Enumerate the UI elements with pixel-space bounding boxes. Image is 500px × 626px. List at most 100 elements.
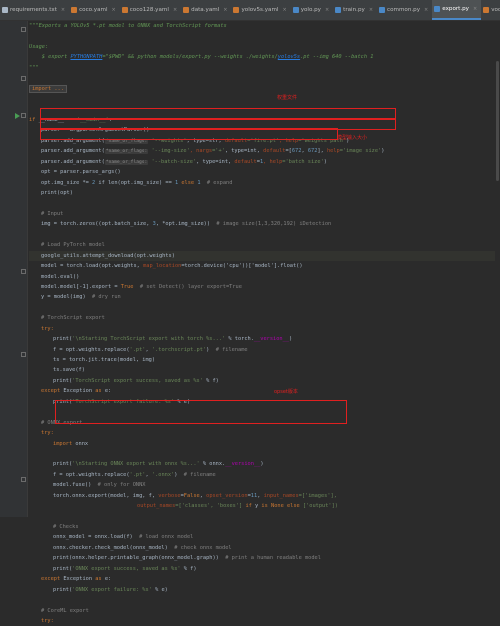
file-icon [71, 7, 78, 13]
code-line: opt.img_size *= 2 if len(opt.img_size) =… [41, 179, 233, 186]
tab-export-py[interactable]: export.py × [432, 0, 482, 20]
close-icon[interactable]: × [223, 0, 227, 20]
line-gutter [0, 21, 28, 517]
code-line: ts = torch.jit.trace(model, img) [53, 357, 156, 363]
tab-label: yolov5s.yaml [241, 7, 279, 13]
code-line: try: [41, 430, 54, 437]
code-line: parser.add_argument(*name_or_flags: '--i… [41, 148, 385, 155]
code-line: print('\nStarting TorchScript export wit… [53, 336, 293, 343]
code-line: print('ONNX export failure: %s' % e) [53, 586, 168, 593]
fold-icon[interactable] [21, 27, 26, 32]
close-icon[interactable]: × [112, 0, 116, 20]
code-line: parser.add_argument(*name_or_flags: '--b… [41, 158, 327, 165]
close-icon[interactable]: × [424, 0, 428, 20]
tab-train-py[interactable]: train.py × [333, 0, 377, 20]
close-icon[interactable]: × [173, 0, 177, 20]
code-line: except Exception as e: [41, 576, 112, 583]
tab-yolo-py[interactable]: yolo.py × [291, 0, 333, 20]
code-line: $ export PYTHONPATH="$PWD" && python mod… [29, 54, 374, 61]
tab-requirements-txt[interactable]: requirements.txt × [0, 0, 69, 20]
file-icon [292, 7, 299, 13]
tab-label: voc.yam [491, 7, 500, 13]
close-icon[interactable]: × [473, 0, 477, 19]
fold-icon[interactable] [21, 352, 26, 357]
fold-icon[interactable] [21, 113, 26, 118]
code-line: print('ONNX export success, saved as %s'… [53, 565, 197, 572]
code-line: model.eval() [41, 273, 80, 280]
code-line: img = torch.zeros((opt.batch_size, 3, *o… [41, 221, 332, 228]
code-line: model.fuse() # only for ONNX [53, 482, 146, 489]
scrollbar-thumb[interactable] [496, 61, 499, 181]
vertical-scrollbar[interactable] [495, 21, 500, 517]
tab-label: requirements.txt [10, 7, 57, 13]
tab-label: common.py [387, 7, 421, 13]
editor-tab-bar: requirements.txt × coco.yaml × coco128.yaml ×… [0, 0, 500, 21]
code-line-current: google_utils.attempt_download(opt.weight… [29, 250, 500, 262]
folded-imports[interactable]: import ... [29, 84, 67, 93]
code-line: import onnx [53, 440, 89, 447]
code-line: f = opt.weights.replace('.pt', '.torchsc… [53, 346, 248, 353]
fold-icon[interactable] [21, 269, 26, 274]
code-line: print(onnx.helper.printable_graph(onnx_m… [53, 555, 321, 562]
code-line: f = opt.weights.replace('.pt', '.onnx') … [53, 471, 216, 478]
code-line: import ... [29, 84, 500, 94]
weights-annotation: 权重文件 [277, 95, 298, 101]
batch-size-annotation-box [40, 128, 338, 140]
code-line: except Exception as e: [41, 388, 112, 395]
tab-label: data.yaml [191, 7, 220, 13]
code-line: torch.onnx.export(model, img, f, verbose… [53, 492, 337, 499]
tab-data-yaml[interactable]: data.yaml × [181, 0, 231, 20]
tab-coco128-yaml[interactable]: coco128.yaml × [120, 0, 181, 20]
code-line: """ [29, 64, 39, 71]
tab-label: export.py [442, 6, 469, 12]
fold-icon[interactable] [21, 477, 26, 482]
code-line: onnx.checker.check_model(onnx_model) # c… [53, 544, 232, 551]
close-icon[interactable]: × [369, 0, 373, 20]
code-line: output_names=['classes', 'boxes'] if y i… [137, 503, 338, 510]
file-icon [2, 7, 8, 13]
code-line: """Exports a YOLOv5 *.pt model to ONNX a… [29, 23, 227, 29]
close-icon[interactable]: × [325, 0, 329, 20]
tab-coco-yaml[interactable]: coco.yaml × [69, 0, 120, 20]
code-line: # Input [41, 210, 64, 217]
code-line: # TorchScript export [41, 315, 105, 322]
code-line: # Load PyTorch model [41, 242, 105, 249]
size-annotation: 模型输入大小 [337, 135, 368, 141]
code-line: model.model[-1].export = True # set Dete… [41, 283, 242, 290]
opset-annotation: opset版本 [274, 389, 298, 395]
tab-yolov5s-yaml[interactable]: yolov5s.yaml × [231, 0, 290, 20]
code-line: onnx_model = onnx.load(f) # load onnx mo… [53, 534, 194, 541]
code-line: # Checks [53, 524, 79, 530]
tab-common-py[interactable]: common.py × [377, 0, 432, 20]
file-icon [121, 7, 128, 13]
code-line: y = model(img) # dry run [41, 294, 121, 301]
code-line: ts.save(f) [53, 367, 85, 374]
code-line: try: [41, 617, 54, 624]
onnx-export-annotation-box [55, 400, 347, 424]
close-icon[interactable]: × [282, 0, 286, 20]
code-line: try: [41, 325, 54, 332]
tab-label: train.py [343, 7, 365, 13]
code-line: Usage: [29, 43, 49, 50]
file-icon [483, 7, 490, 13]
file-icon [434, 6, 441, 12]
tab-voc-yam[interactable]: voc.yam× [481, 0, 500, 20]
close-icon[interactable]: × [61, 0, 65, 20]
code-line: opt = parser.parse_args() [41, 169, 121, 176]
file-icon [335, 7, 342, 13]
run-icon[interactable] [15, 113, 20, 119]
fold-icon[interactable] [21, 76, 26, 81]
code-line: print('\nStarting ONNX export with onnx … [53, 461, 264, 468]
file-icon [183, 7, 190, 13]
file-icon [233, 7, 240, 13]
code-line: # CoreML export [41, 607, 89, 614]
code-line: print(opt) [41, 190, 73, 196]
